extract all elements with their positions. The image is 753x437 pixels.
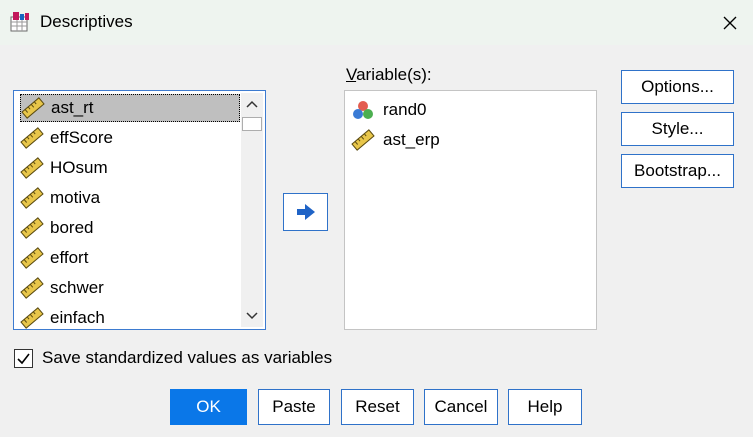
arrow-right-icon <box>296 204 315 220</box>
paste-button[interactable]: Paste <box>258 389 330 425</box>
ruler-icon <box>20 307 44 329</box>
list-item-label: schwer <box>50 278 104 297</box>
ruler-icon <box>21 97 45 119</box>
ruler-icon <box>20 247 44 269</box>
list-item-label: ast_rt <box>51 98 94 117</box>
close-button[interactable] <box>707 0 753 45</box>
target-variable-list[interactable]: rand0 ast_erp <box>344 90 597 330</box>
scroll-up-button[interactable] <box>241 93 263 115</box>
save-standardized-label: Save standardized values as variables <box>42 348 333 367</box>
source-variable-list[interactable]: ast_rt effScore HOsum motiva bored effor… <box>13 90 266 330</box>
style-button[interactable]: Style... <box>621 112 734 146</box>
ruler-icon <box>20 187 44 209</box>
list-item-label: bored <box>50 218 94 237</box>
list-item-label: effort <box>50 248 89 267</box>
list-item-label: rand0 <box>383 100 427 119</box>
save-standardized-checkbox[interactable] <box>14 348 33 368</box>
title-bar: Descriptives <box>0 0 753 45</box>
options-button[interactable]: Options... <box>621 70 734 104</box>
list-item[interactable]: HOsum <box>20 154 240 182</box>
list-item-label: HOsum <box>50 158 108 177</box>
list-item[interactable]: ast_rt <box>20 94 240 122</box>
chevron-down-icon <box>246 312 258 320</box>
list-item-label: einfach <box>50 308 105 327</box>
checkmark-icon <box>17 353 30 364</box>
nominal-icon <box>353 101 373 119</box>
move-to-variables-button[interactable] <box>283 193 328 231</box>
scroll-thumb[interactable] <box>242 117 262 131</box>
ruler-icon <box>20 127 44 149</box>
list-item[interactable]: effort <box>20 244 240 272</box>
variables-label: Variable(s): <box>346 65 432 84</box>
list-item-label: effScore <box>50 128 114 147</box>
help-button[interactable]: Help <box>508 389 582 425</box>
list-item[interactable]: schwer <box>20 274 240 302</box>
ok-button[interactable]: OK <box>170 389 247 425</box>
bootstrap-button[interactable]: Bootstrap... <box>621 154 734 188</box>
ruler-icon <box>351 129 375 151</box>
list-item-label: motiva <box>50 188 101 207</box>
list-item[interactable]: rand0 <box>351 96 426 124</box>
list-scrollbar[interactable] <box>241 93 263 327</box>
list-item[interactable]: ast_erp <box>351 126 440 154</box>
list-item[interactable]: bored <box>20 214 240 242</box>
list-item-label: ast_erp <box>383 130 440 149</box>
cancel-button[interactable]: Cancel <box>424 389 498 425</box>
ruler-icon <box>20 157 44 179</box>
list-item[interactable]: einfach <box>20 304 240 329</box>
reset-button[interactable]: Reset <box>341 389 414 425</box>
list-item[interactable]: effScore <box>20 124 240 152</box>
descriptives-dialog: Descriptives ast_rt effScore HOsum motiv… <box>0 0 753 437</box>
close-icon <box>723 16 737 29</box>
ruler-icon <box>20 217 44 239</box>
spss-app-icon <box>10 11 32 33</box>
save-standardized-row[interactable]: Save standardized values as variables <box>14 348 332 368</box>
ruler-icon <box>20 277 44 299</box>
chevron-up-icon <box>246 100 258 108</box>
dialog-title: Descriptives <box>40 12 133 31</box>
scroll-down-button[interactable] <box>241 305 263 327</box>
list-item[interactable]: motiva <box>20 184 240 212</box>
